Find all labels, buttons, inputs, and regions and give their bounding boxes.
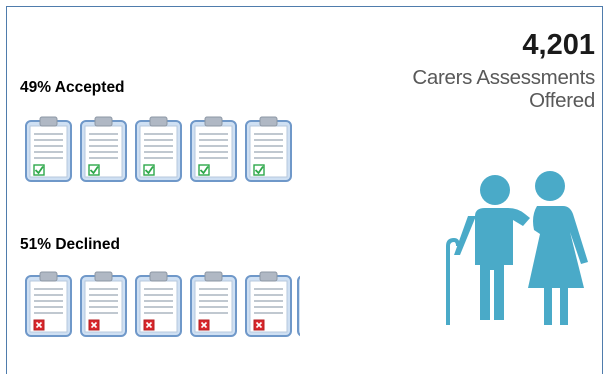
clipboard-icon [190,271,237,337]
clipboard-icon [245,116,292,182]
clipboard-icon [190,116,237,182]
clipboard-icon [135,271,182,337]
clipboard-icon [245,271,292,337]
accepted-label: 49% Accepted [20,79,125,96]
clipboard-icon-partial [297,271,300,337]
clipboard-icon [80,116,127,182]
clipboard-icon [25,271,72,337]
offered-line-1: Carers Assessments [412,66,595,89]
clipboard-icon [80,271,127,337]
accepted-clipboards [24,115,300,183]
clipboard-icon [135,116,182,182]
offered-description: Carers Assessments Offered [335,66,595,112]
offered-count: 4,201 [522,29,595,61]
offered-line-2: Offered [529,89,595,112]
declined-clipboards [24,270,300,338]
clipboard-icon [25,116,72,182]
declined-label: 51% Declined [20,236,120,253]
elderly-couple-icon [446,171,588,325]
